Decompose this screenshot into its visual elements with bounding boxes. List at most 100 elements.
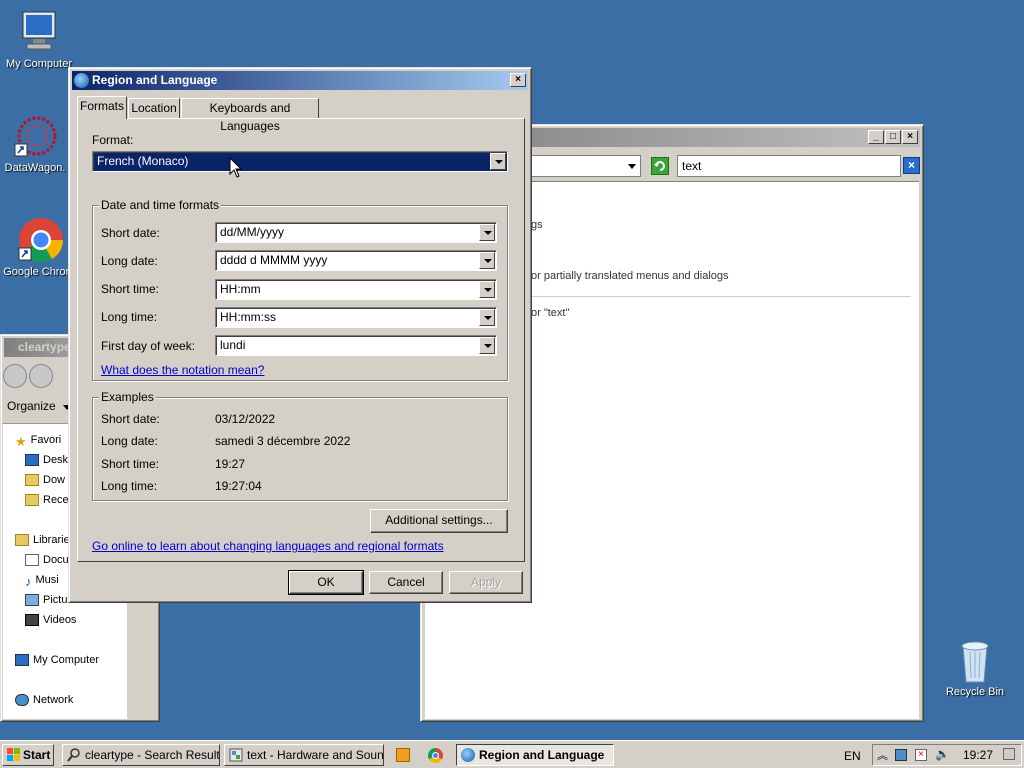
date-time-formats-group: Date and time formats Short date: dd/MM/… — [92, 198, 508, 381]
refresh-button[interactable] — [651, 157, 669, 175]
ok-button[interactable]: OK — [288, 570, 364, 595]
maximize-button[interactable]: □ — [885, 130, 901, 144]
format-select-value: French (Monaco) — [97, 154, 189, 168]
organize-button[interactable]: Organize — [7, 399, 72, 413]
region-language-dialog[interactable]: Region and Language × Formats Location K… — [68, 67, 532, 603]
film-icon — [25, 614, 39, 627]
search-input[interactable]: text — [677, 155, 901, 177]
desktop-icon-my-computer[interactable]: My Computer — [0, 8, 78, 70]
nav-music[interactable]: ♪ Musi — [25, 574, 59, 590]
task-hardware-sound[interactable]: text - Hardware and Sound — [224, 744, 384, 766]
library-icon — [15, 534, 29, 547]
long-date-select[interactable]: dddd d MMMM yyyy — [215, 250, 497, 271]
forward-button[interactable] — [29, 364, 53, 388]
search-icon — [67, 748, 80, 762]
desktop-icon-datawagon[interactable]: DataWagon. — [0, 112, 74, 174]
nav-documents[interactable]: Docu — [25, 554, 69, 567]
short-date-label: Short date: — [101, 226, 160, 240]
clear-search-button[interactable]: × — [903, 157, 920, 174]
tab-location[interactable]: Location — [128, 98, 180, 118]
desktop-icon-google-chrome[interactable]: Google Chrom — [0, 216, 78, 278]
folder-icon — [25, 494, 39, 507]
dialog-titlebar[interactable]: Region and Language × — [72, 71, 528, 90]
short-time-label: Short time: — [101, 282, 160, 296]
recycle-bin-icon — [951, 636, 999, 684]
back-button[interactable] — [3, 364, 27, 388]
chevron-down-icon[interactable] — [628, 164, 636, 169]
system-tray: ︽ × 🔈 19:27 — [872, 744, 1022, 766]
first-day-select[interactable]: lundi — [215, 335, 497, 356]
format-select[interactable]: French (Monaco) — [92, 151, 508, 172]
close-button[interactable]: × — [902, 130, 918, 144]
chevron-down-icon[interactable] — [479, 252, 495, 269]
apply-button[interactable]: Apply — [449, 571, 523, 594]
explorer-title: cleartype — [18, 340, 71, 354]
datawagon-icon — [11, 112, 59, 160]
document-icon — [25, 554, 39, 567]
online-help-link[interactable]: Go online to learn about changing langua… — [92, 539, 444, 553]
chevron-down-icon[interactable] — [479, 224, 495, 241]
desktop-icon-label: My Computer — [5, 58, 73, 70]
chevron-down-icon[interactable] — [479, 309, 495, 326]
chevron-down-icon[interactable] — [479, 281, 495, 298]
music-icon: ♪ — [25, 574, 32, 590]
nav-desktop[interactable]: Desk — [25, 454, 68, 467]
desktop-icon-label: DataWagon. — [4, 162, 66, 174]
desktop-icon-recycle-bin[interactable]: Recycle Bin — [936, 636, 1014, 698]
chrome-icon[interactable] — [428, 748, 443, 763]
globe-icon — [74, 73, 89, 88]
minimize-button[interactable]: _ — [868, 130, 884, 144]
windows-logo-icon — [7, 748, 20, 761]
nav-libraries[interactable]: Librarie — [15, 534, 70, 547]
show-desktop-icon[interactable] — [1003, 748, 1015, 760]
chevron-down-icon[interactable] — [490, 153, 506, 170]
tray-chevron-icon[interactable]: ︽ — [877, 747, 888, 763]
volume-icon[interactable]: 🔈 — [935, 747, 950, 761]
organize-label: Organize — [7, 399, 56, 413]
task-region-language[interactable]: Region and Language — [456, 744, 614, 766]
mouse-cursor-icon — [229, 157, 243, 178]
example-short-date-value: 03/12/2022 — [215, 412, 276, 426]
clock[interactable]: 19:27 — [963, 748, 993, 762]
language-indicator[interactable]: EN — [844, 749, 861, 763]
date-time-formats-legend: Date and time formats — [99, 198, 222, 212]
flag-warning-icon[interactable]: × — [915, 749, 927, 761]
tab-keyboards-languages[interactable]: Keyboards and Languages — [181, 98, 319, 133]
long-time-select[interactable]: HH:mm:ss — [215, 307, 497, 328]
notation-help-link[interactable]: What does the notation mean? — [101, 363, 264, 377]
computer-icon — [15, 8, 63, 56]
short-time-select[interactable]: HH:mm — [215, 279, 497, 300]
nav-recent[interactable]: Rece — [25, 494, 69, 507]
example-long-time-value: 19:27:04 — [215, 479, 262, 493]
search-input-value: text — [682, 159, 702, 173]
short-date-select[interactable]: dd/MM/yyyy — [215, 222, 497, 243]
example-short-date-label: Short date: — [101, 412, 160, 426]
result-text[interactable]: gs — [531, 219, 543, 231]
tab-page-formats: Format: French (Monaco) Date and time fo… — [77, 118, 525, 562]
start-button[interactable]: Start — [2, 744, 54, 766]
desktop-icon — [25, 454, 39, 467]
tab-formats[interactable]: Formats — [77, 96, 127, 119]
taskbar: Start cleartype - Search Results text - … — [0, 740, 1024, 768]
nav-downloads[interactable]: Dow — [25, 474, 65, 487]
computer-icon — [15, 654, 29, 667]
address-bar[interactable] — [531, 155, 641, 177]
long-time-label: Long time: — [101, 310, 158, 324]
desktop-icon-label: Google Chrom — [3, 266, 75, 278]
result-text[interactable]: or partially translated menus and dialog… — [531, 270, 729, 282]
nav-videos[interactable]: Videos — [25, 614, 76, 627]
close-button[interactable]: × — [510, 73, 526, 87]
cancel-button[interactable]: Cancel — [369, 571, 443, 594]
nav-favorites[interactable]: ★ Favori — [15, 434, 61, 449]
result-text[interactable]: or "text" — [531, 307, 569, 319]
example-short-time-label: Short time: — [101, 457, 160, 471]
task-cleartype-search[interactable]: cleartype - Search Results — [62, 744, 220, 766]
additional-settings-button[interactable]: Additional settings... — [370, 509, 508, 533]
example-short-time-value: 19:27 — [215, 457, 246, 471]
nav-my-computer[interactable]: My Computer — [15, 654, 99, 667]
media-player-icon[interactable] — [396, 748, 410, 762]
network-tray-icon[interactable] — [895, 749, 907, 761]
nav-network[interactable]: Network — [15, 694, 73, 707]
chevron-down-icon[interactable] — [479, 337, 495, 354]
globe-icon — [461, 748, 475, 762]
